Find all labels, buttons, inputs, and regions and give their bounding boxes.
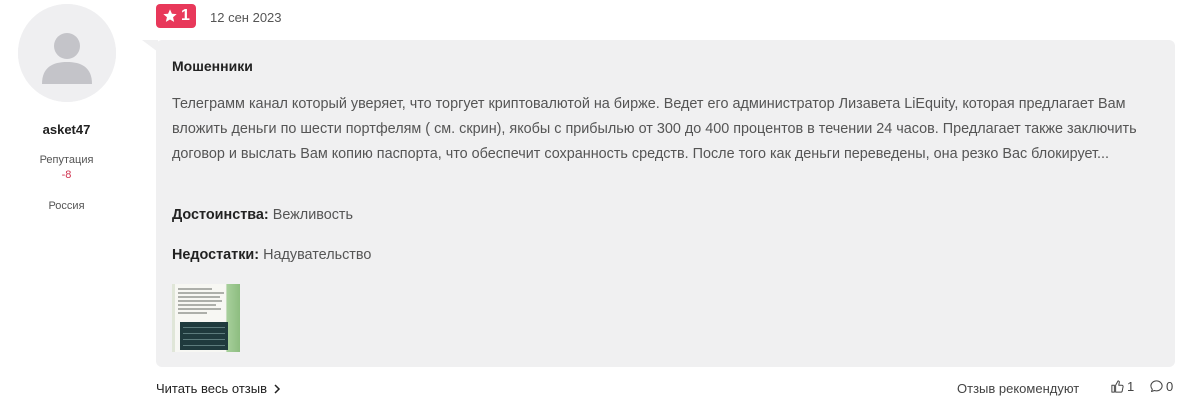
cons-value: Надувательство — [263, 247, 372, 263]
default-user-avatar-icon — [18, 4, 116, 102]
thumbnail-text-lines — [178, 288, 226, 316]
comment-icon — [1150, 380, 1163, 392]
review-card — [156, 40, 1175, 367]
review-title[interactable]: Мошенники — [172, 58, 253, 74]
avatar[interactable] — [18, 4, 116, 102]
read-full-review-link[interactable]: Читать весь отзыв — [156, 381, 281, 396]
like-button[interactable]: 1 — [1110, 379, 1134, 394]
recommend-label: Отзыв рекомендуют — [957, 381, 1080, 396]
chevron-right-icon — [274, 383, 281, 394]
pros-label: Достоинства: — [172, 207, 269, 223]
pros-value: Вежливость — [272, 207, 354, 223]
cons-label: Недостатки: — [172, 247, 260, 263]
review-body: Телеграмм канал который уверяет, что тор… — [172, 96, 1137, 162]
thumbnail-table — [180, 322, 228, 350]
comments-count: 0 — [1166, 379, 1174, 394]
screenshot-thumbnail[interactable] — [172, 284, 240, 352]
reputation-value: -8 — [61, 169, 72, 181]
review-pros: Достоинства: Вежливость — [172, 207, 353, 223]
reputation-label: Репутация — [39, 154, 94, 166]
rating-badge: 1 — [156, 4, 196, 28]
rating-value: 1 — [181, 7, 190, 24]
likes-count: 1 — [1127, 379, 1135, 394]
thumbs-up-icon — [1111, 380, 1124, 393]
username[interactable]: asket47 — [0, 122, 133, 137]
user-country: Россия — [48, 200, 85, 212]
review-cons: Недостатки: Надувательство — [172, 247, 371, 263]
review-date: 12 сен 2023 — [210, 10, 282, 25]
read-more-label: Читать весь отзыв — [156, 381, 268, 396]
comments-button[interactable]: 0 — [1149, 379, 1173, 394]
star-icon — [163, 9, 177, 22]
